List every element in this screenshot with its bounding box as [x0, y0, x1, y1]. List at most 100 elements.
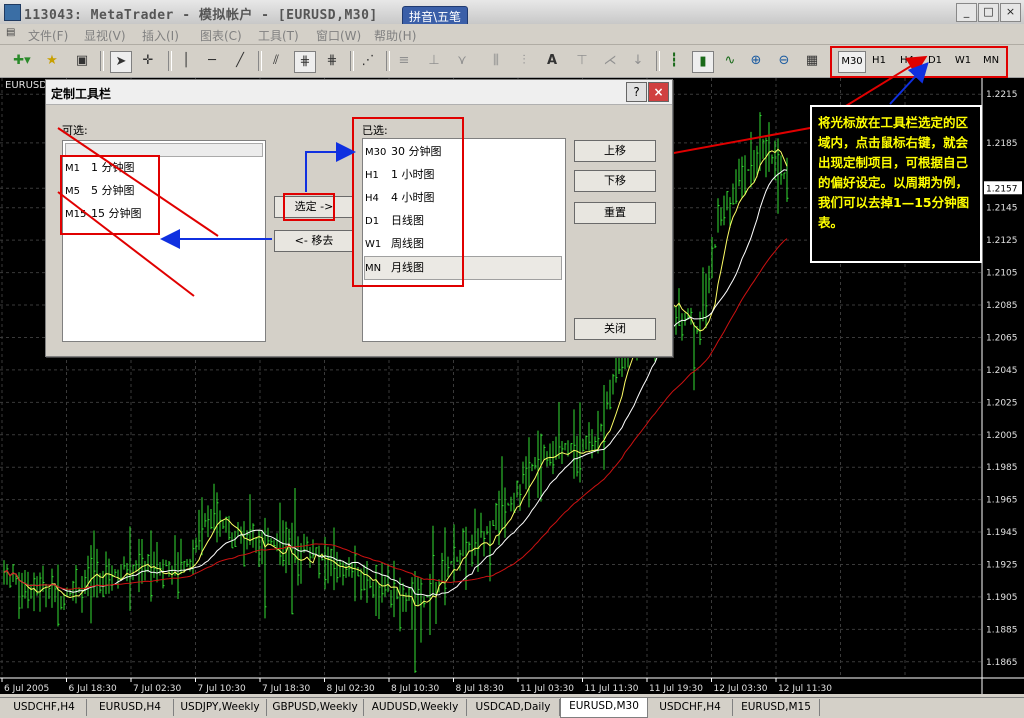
y-tick-label: 1.1885 [986, 625, 1018, 635]
bar-chart-icon[interactable]: ┇ [664, 51, 684, 71]
x-tick-label: 12 Jul 03:30 [714, 684, 768, 694]
annotation-callout: 将光标放在工具栏选定的区域内，点击鼠标右键，就会出现定制项目，可根据自己的偏好设… [810, 105, 982, 263]
remove-button[interactable]: <- 移去 [274, 230, 354, 252]
y-tick-label: 1.1925 [986, 560, 1018, 570]
trend-line-icon[interactable]: ╱ [230, 51, 250, 71]
menu-bar: ▤ 文件(F) 显视(V) 插入(I) 图表(C) 工具(T) 窗口(W) 帮助… [0, 24, 1024, 45]
close-button[interactable]: 关闭 [574, 318, 656, 340]
selected-highlight [352, 117, 464, 287]
tf-h1-button[interactable]: H1 [868, 51, 890, 71]
navigator-icon[interactable]: ▣ [72, 51, 92, 71]
tab-eurusd-m15[interactable]: EURUSD,M15 [733, 699, 820, 716]
x-tick-label: 12 Jul 11:30 [778, 684, 832, 694]
cursor-icon[interactable]: ➤ [110, 51, 132, 73]
available-highlight [60, 155, 160, 235]
minimize-button[interactable]: _ [956, 3, 977, 22]
y-tick-label: 1.1965 [986, 496, 1018, 506]
tab-audusd-weekly[interactable]: AUDUSD,Weekly [364, 699, 467, 716]
tab-eurusd-h4[interactable]: EURUSD,H4 [87, 699, 174, 716]
menu-tools[interactable]: 工具(T) [258, 27, 299, 44]
candlestick-icon[interactable]: ▮ [692, 51, 714, 73]
x-tick-label: 6 Jul 18:30 [69, 684, 118, 694]
y-tick-label: 1.2045 [986, 366, 1018, 376]
reset-button[interactable]: 重置 [574, 202, 656, 224]
fibo-arcs-icon[interactable]: ⋎ [452, 51, 472, 71]
chart-tabs: USDCHF,H4 EURUSD,H4 USDJPY,Weekly GBPUSD… [0, 697, 1024, 718]
move-down-button[interactable]: 下移 [574, 170, 656, 192]
vertical-line-icon[interactable]: │ [176, 51, 196, 71]
y-tick-label: 1.1905 [986, 593, 1018, 603]
text-icon[interactable]: A [542, 51, 562, 71]
menu-view[interactable]: 显视(V) [84, 27, 126, 44]
customize-toolbar-dialog: 定制工具栏 ? × 可选: M1 1 分钟图 M5 5 分钟图 M15 15 分钟图 … [45, 79, 673, 357]
tab-usdchf-h4-2[interactable]: USDCHF,H4 [648, 699, 733, 716]
dialog-close-button[interactable]: × [648, 82, 669, 102]
cycle-lines-icon[interactable]: ⫼ [486, 51, 506, 71]
y-tick-label: 1.2025 [986, 398, 1018, 408]
text-label-icon[interactable]: ⊤ [572, 51, 592, 71]
tf-w1-button[interactable]: W1 [952, 51, 974, 71]
new-chart-icon[interactable]: ✚▾ [8, 51, 36, 71]
equidistant-channel-icon[interactable]: ⫽ [266, 51, 286, 71]
arrows-icon[interactable]: ≡ [394, 51, 414, 71]
help-button[interactable]: ? [626, 82, 647, 102]
menu-insert[interactable]: 插入(I) [142, 27, 179, 44]
crosshair-icon[interactable]: ✛ [138, 51, 158, 71]
horizontal-line-icon[interactable]: ─ [202, 51, 222, 71]
tf-d1-button[interactable]: D1 [924, 51, 946, 71]
y-tick-label: 1.2145 [986, 204, 1018, 214]
dialog-title: 定制工具栏 [51, 87, 112, 101]
zoom-in-icon[interactable]: ⊕ [746, 51, 766, 71]
y-tick-label: 1.2215 [986, 90, 1018, 100]
doc-icon[interactable]: ▤ [6, 27, 15, 38]
fibo-fan-icon[interactable]: ⊥ [424, 51, 444, 71]
line-chart-icon[interactable]: ∿ [720, 51, 740, 71]
menu-file[interactable]: 文件(F) [28, 27, 68, 44]
toolbar: ✚▾ ★ ▣ ➤ ✛ │ ─ ╱ ⫽ ⋕ ⋕ ⋰ ≡ ⊥ ⋎ ⫼ ⫶ A ⊤ ⋌… [0, 45, 1024, 78]
y-tick-label: 1.1945 [986, 528, 1018, 538]
menu-help[interactable]: 帮助(H) [374, 27, 416, 44]
tab-usdcad-daily[interactable]: USDCAD,Daily [467, 699, 560, 716]
y-tick-label: 1.2085 [986, 301, 1018, 311]
tab-eurusd-m30[interactable]: EURUSD,M30 [560, 697, 648, 718]
x-tick-label: 8 Jul 18:30 [456, 684, 505, 694]
fibo-expansion-icon[interactable]: ⋌ [600, 51, 620, 71]
add-highlight [283, 193, 335, 221]
available-label: 可选: [62, 124, 88, 137]
x-tick-label: 8 Jul 02:30 [327, 684, 376, 694]
zoom-out-icon[interactable]: ⊖ [774, 51, 794, 71]
x-tick-label: 7 Jul 18:30 [262, 684, 311, 694]
menu-window[interactable]: 窗口(W) [316, 27, 361, 44]
tf-mn-button[interactable]: MN [980, 51, 1002, 71]
tf-m30-button[interactable]: M30 [838, 51, 866, 73]
tab-usdjpy-weekly[interactable]: USDJPY,Weekly [174, 699, 267, 716]
move-up-button[interactable]: 上移 [574, 140, 656, 162]
y-tick-label: 1.2065 [986, 333, 1018, 343]
x-tick-label: 7 Jul 02:30 [133, 684, 182, 694]
chart-symbol: EURUSD [5, 80, 47, 91]
profiles-icon[interactable]: ★ [42, 51, 62, 71]
arrow-down-icon[interactable]: ↓ [628, 51, 648, 71]
y-tick-label: 1.2157 [986, 184, 1018, 194]
x-tick-label: 11 Jul 11:30 [585, 684, 639, 694]
close-window-button[interactable]: × [1000, 3, 1021, 22]
menu-chart[interactable]: 图表(C) [200, 27, 242, 44]
y-tick-label: 1.2125 [986, 236, 1018, 246]
regression-icon[interactable]: ⫶ [514, 51, 534, 71]
title-bar: 113043: MetaTrader - 模拟帐户 - [EURUSD,M30]… [0, 0, 1024, 28]
x-tick-label: 8 Jul 10:30 [391, 684, 440, 694]
andrews-pitchfork-icon[interactable]: ⋰ [358, 51, 378, 71]
tab-gbpusd-weekly[interactable]: GBPUSD,Weekly [267, 699, 364, 716]
gann-fan-icon[interactable]: ⋕ [294, 51, 316, 73]
dialog-title-bar: 定制工具栏 ? × [46, 80, 672, 105]
tab-usdchf-h4[interactable]: USDCHF,H4 [2, 699, 87, 716]
fibonacci-icon[interactable]: ⋕ [322, 51, 342, 71]
y-tick-label: 1.2185 [986, 139, 1018, 149]
tf-h4-button[interactable]: H4 [896, 51, 918, 71]
y-tick-label: 1.1985 [986, 463, 1018, 473]
grid-icon[interactable]: ▦ [802, 51, 822, 71]
x-tick-label: 11 Jul 19:30 [649, 684, 703, 694]
x-tick-label: 7 Jul 10:30 [198, 684, 247, 694]
x-tick-label: 6 Jul 2005 [4, 684, 49, 694]
maximize-button[interactable]: □ [978, 3, 999, 22]
